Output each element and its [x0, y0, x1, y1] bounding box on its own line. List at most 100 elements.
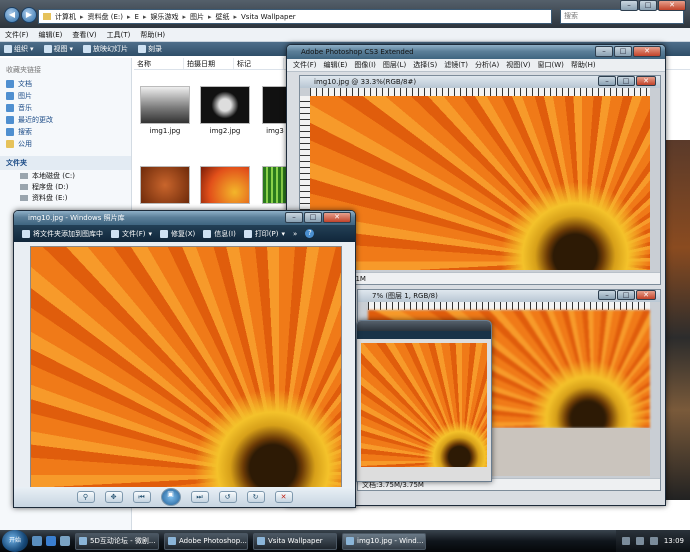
- clock[interactable]: 13:09: [664, 537, 684, 545]
- ps-doc2-title: 7% (图层 1, RGB/8): [372, 292, 438, 300]
- next-icon[interactable]: ⏭: [190, 491, 209, 503]
- add-folder-button[interactable]: 将文件夹添加到图库中: [22, 229, 103, 239]
- favorite-documents[interactable]: 文档: [0, 78, 131, 90]
- favorite-search[interactable]: 搜索: [0, 126, 131, 138]
- close-button[interactable]: ✕: [658, 0, 686, 11]
- ps-menu-analysis[interactable]: 分析(A): [475, 60, 499, 70]
- minimize-button[interactable]: –: [620, 0, 638, 11]
- maximize-button[interactable]: □: [639, 0, 657, 11]
- folders-header[interactable]: 文件夹: [0, 156, 131, 170]
- explorer-titlebar: ◀ ▶ 计算机 ▸ 资料盘 (E:) ▸ E ▸ 娱乐游戏 ▸ 图片 ▸ 壁纸 ▸ Vsit…: [0, 0, 690, 28]
- ps-menu-view[interactable]: 视图(V): [506, 60, 530, 70]
- favorite-pictures[interactable]: 图片: [0, 90, 131, 102]
- column-date-taken[interactable]: 拍摄日期: [184, 58, 234, 69]
- ps-menu-edit[interactable]: 编辑(E): [324, 60, 348, 70]
- burn-button[interactable]: 刻录: [138, 44, 162, 54]
- volume-icon[interactable]: [635, 537, 644, 545]
- input-method-icon[interactable]: [649, 537, 658, 545]
- breadcrumb-item[interactable]: 资料盘 (E:): [88, 12, 123, 22]
- thumbnail-img8[interactable]: [140, 166, 190, 204]
- thumbnail-label: img1.jpg: [149, 127, 181, 135]
- ps-menu-select[interactable]: 选择(S): [413, 60, 437, 70]
- tree-drive-e[interactable]: 资料盘 (E:): [0, 192, 131, 203]
- taskbar-item-photoshop[interactable]: Adobe Photoshop...: [164, 532, 248, 550]
- column-name[interactable]: 名称: [134, 58, 184, 69]
- gallery-photo[interactable]: [30, 246, 342, 488]
- breadcrumb-item[interactable]: 娱乐游戏: [150, 12, 178, 22]
- ps-doc1-canvas[interactable]: [310, 96, 650, 270]
- tree-drive-c[interactable]: 本地磁盘 (C:): [0, 170, 131, 181]
- menu-view[interactable]: 查看(V): [72, 30, 96, 40]
- taskbar-item-gallery[interactable]: img10.jpg - Wind...: [342, 532, 426, 550]
- breadcrumb-item[interactable]: 图片: [190, 12, 204, 22]
- switch-windows-icon[interactable]: [60, 536, 70, 546]
- thumbnail-img2[interactable]: [200, 86, 250, 124]
- ps-menu-window[interactable]: 窗口(W): [537, 60, 563, 70]
- minimize-button[interactable]: –: [595, 46, 613, 57]
- close-button[interactable]: ✕: [636, 290, 656, 300]
- column-tags[interactable]: 标记: [234, 58, 284, 69]
- favorite-label: 搜索: [18, 128, 32, 136]
- menu-tools[interactable]: 工具(T): [107, 30, 131, 40]
- minimize-button[interactable]: –: [285, 212, 303, 223]
- delete-icon[interactable]: ✕: [274, 491, 293, 503]
- ps-menu-layer[interactable]: 图层(L): [383, 60, 406, 70]
- views-button[interactable]: 视图 ▾: [43, 44, 73, 54]
- maximize-button[interactable]: □: [304, 212, 322, 223]
- taskbar-item-forum[interactable]: 5D互动论坛 - 微剧...: [75, 532, 159, 550]
- tree-drive-d[interactable]: 程序盘 (D:): [0, 181, 131, 192]
- forward-button[interactable]: ▶: [21, 7, 37, 23]
- organize-label: 组织: [14, 45, 28, 53]
- actual-size-icon[interactable]: ✥: [104, 491, 123, 503]
- slideshow-play-icon[interactable]: ▣: [160, 488, 181, 506]
- search-input[interactable]: 搜索: [560, 9, 684, 24]
- ps-menu-image[interactable]: 图像(I): [354, 60, 376, 70]
- close-button[interactable]: ✕: [636, 76, 656, 86]
- start-button[interactable]: 开始: [2, 530, 28, 552]
- minimize-button[interactable]: –: [598, 76, 616, 86]
- network-icon[interactable]: [621, 537, 630, 545]
- ps-menu-filter[interactable]: 滤镜(T): [444, 60, 468, 70]
- zoom-icon[interactable]: ⚲: [76, 491, 95, 503]
- close-button[interactable]: ✕: [633, 46, 661, 57]
- thumbnail-img10[interactable]: [200, 166, 250, 204]
- browser-icon[interactable]: [46, 536, 56, 546]
- rotate-right-icon[interactable]: ↻: [246, 491, 265, 503]
- menu-file[interactable]: 文件(F): [5, 30, 29, 40]
- favorite-music[interactable]: 音乐: [0, 102, 131, 114]
- nested-gallery-window: [356, 320, 492, 482]
- print-button[interactable]: 打印(P) ▾: [243, 229, 285, 239]
- slideshow-button[interactable]: 放映幻灯片: [83, 44, 128, 54]
- nested-photo[interactable]: [361, 343, 487, 467]
- maximize-button[interactable]: □: [614, 46, 632, 57]
- rotate-left-icon[interactable]: ↺: [218, 491, 237, 503]
- favorite-public[interactable]: 公用: [0, 138, 131, 150]
- taskbar-item-explorer[interactable]: Vsita Wallpaper: [253, 532, 337, 550]
- file-menu-button[interactable]: 文件(F) ▾: [111, 229, 152, 239]
- back-button[interactable]: ◀: [4, 7, 20, 23]
- organize-button[interactable]: 组织 ▾: [4, 44, 34, 54]
- show-desktop-icon[interactable]: [32, 536, 42, 546]
- ps-menu-help[interactable]: 帮助(H): [571, 60, 596, 70]
- breadcrumb-item[interactable]: E: [135, 13, 139, 21]
- menu-edit[interactable]: 编辑(E): [39, 30, 63, 40]
- favorite-recent[interactable]: 最近的更改: [0, 114, 131, 126]
- menu-help[interactable]: 帮助(H): [140, 30, 165, 40]
- maximize-button[interactable]: □: [617, 290, 635, 300]
- previous-icon[interactable]: ⏮: [132, 491, 151, 503]
- ps-menu-file[interactable]: 文件(F): [293, 60, 317, 70]
- help-icon[interactable]: ?: [305, 229, 315, 238]
- fix-button[interactable]: 修复(X): [160, 229, 195, 239]
- thumbnail-img1[interactable]: [140, 86, 190, 124]
- close-button[interactable]: ✕: [323, 212, 351, 223]
- maximize-button[interactable]: □: [617, 76, 635, 86]
- info-button[interactable]: 信息(I): [203, 229, 236, 239]
- file-icon: [111, 229, 119, 238]
- breadcrumb-item[interactable]: 壁纸: [215, 12, 229, 22]
- breadcrumb-item[interactable]: Vsita Wallpaper: [241, 13, 296, 21]
- minimize-button[interactable]: –: [598, 290, 616, 300]
- overflow-chevron-icon[interactable]: »: [293, 230, 297, 238]
- gallery-controls: ⚲ ✥ ⏮ ▣ ⏭ ↺ ↻ ✕: [14, 487, 355, 507]
- address-bar[interactable]: 计算机 ▸ 资料盘 (E:) ▸ E ▸ 娱乐游戏 ▸ 图片 ▸ 壁纸 ▸ Vsita Wa…: [38, 9, 552, 24]
- breadcrumb-item[interactable]: 计算机: [55, 12, 76, 22]
